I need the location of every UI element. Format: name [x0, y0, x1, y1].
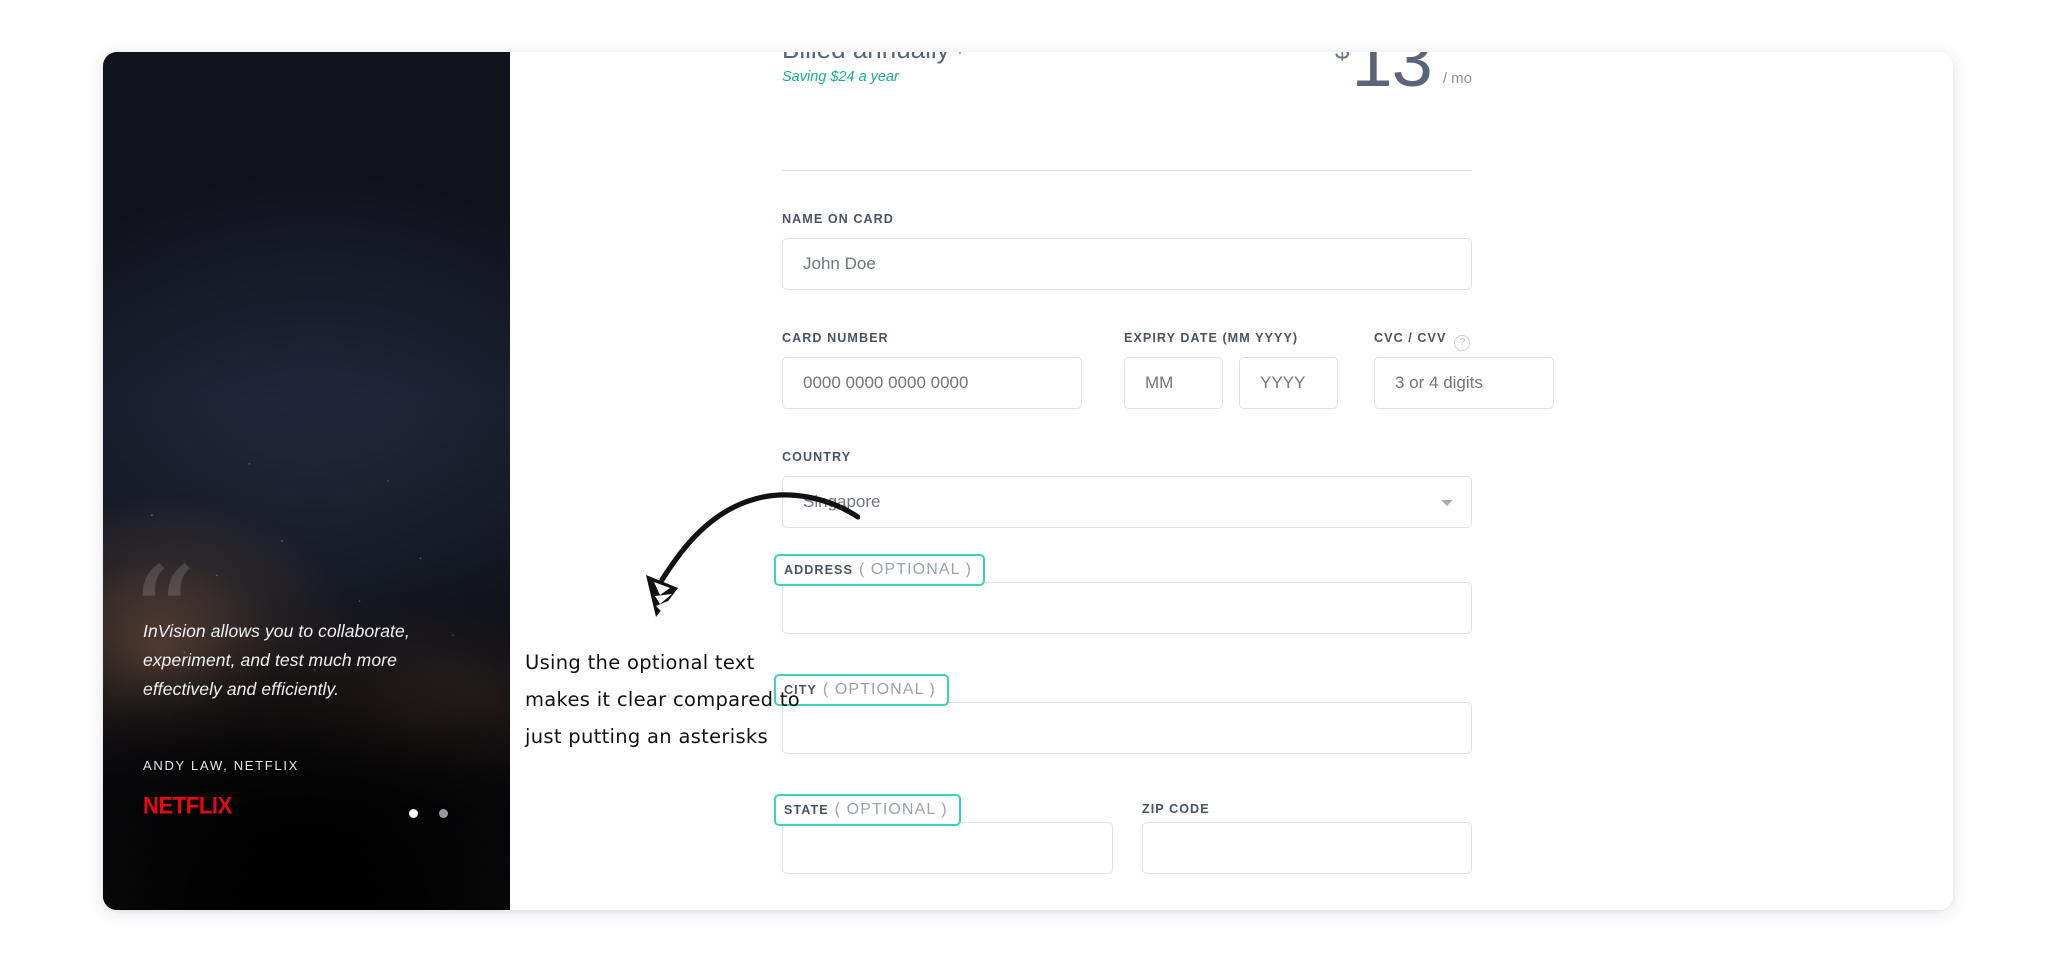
- name-on-card-label: NAME ON CARD: [782, 212, 894, 226]
- annotation-text: Using the optional text makes it clear c…: [525, 644, 885, 755]
- price-display: $ 13 / mo: [1335, 52, 1472, 102]
- annotation-arrow-icon: [646, 492, 860, 617]
- carousel-dot-1[interactable]: [409, 809, 418, 818]
- expiry-year-input[interactable]: YYYY: [1239, 357, 1338, 409]
- address-optional-tag: ( OPTIONAL ): [858, 561, 972, 578]
- expiry-month-placeholder: MM: [1145, 373, 1174, 392]
- field-group-expiry: EXPIRY DATE (MM YYYY) MM YYYY: [1124, 329, 1356, 409]
- field-group-zip: ZIP CODE: [1142, 794, 1472, 874]
- state-input[interactable]: [782, 822, 1113, 874]
- testimonial-photo: [103, 52, 510, 910]
- billing-header: Billed annually ▾ Saving $24 a year $ 13 …: [782, 52, 1472, 112]
- address-input[interactable]: [782, 582, 1472, 634]
- testimonial-quote: InVision allows you to collaborate, expe…: [143, 621, 410, 699]
- help-circle-icon[interactable]: ?: [1454, 335, 1471, 351]
- price-amount: 13: [1351, 52, 1433, 102]
- field-group-cvc: CVC / CVV? 3 or 4 digits: [1374, 329, 1554, 409]
- zip-label: ZIP CODE: [1142, 802, 1210, 816]
- state-label: STATE: [784, 803, 829, 817]
- price-period: / mo: [1442, 70, 1472, 88]
- testimonial-panel: “ InVision allows you to collaborate, ex…: [103, 52, 510, 910]
- cvc-placeholder: 3 or 4 digits: [1395, 373, 1483, 392]
- expiry-label: EXPIRY DATE (MM YYYY): [1124, 331, 1299, 345]
- carousel-dot-2[interactable]: [439, 809, 448, 818]
- billing-plan-selector[interactable]: Billed annually ▾: [782, 52, 963, 65]
- country-label: COUNTRY: [782, 450, 852, 464]
- chevron-down-icon: [1441, 500, 1453, 506]
- name-on-card-input[interactable]: John Doe: [782, 238, 1472, 290]
- field-group-address: ADDRESS( OPTIONAL ): [774, 554, 1472, 634]
- saving-note: Saving $24 a year: [782, 69, 899, 85]
- annotation-line-1: Using the optional text: [525, 651, 755, 674]
- testimonial-author: ANDY LAW, NETFLIX: [143, 758, 300, 773]
- card-number-placeholder: 0000 0000 0000 0000: [803, 373, 969, 392]
- section-divider: [782, 170, 1472, 171]
- carousel-dots[interactable]: [409, 809, 448, 818]
- state-label-highlight: STATE ( OPTIONAL ): [774, 794, 961, 826]
- field-group-name-on-card: NAME ON CARD John Doe: [782, 210, 1472, 290]
- zip-input[interactable]: [1142, 822, 1472, 874]
- city-input[interactable]: [782, 702, 1472, 754]
- cvc-input[interactable]: 3 or 4 digits: [1374, 357, 1554, 409]
- field-group-card-number: CARD NUMBER 0000 0000 0000 0000: [782, 329, 1082, 409]
- annotation-line-2: makes it clear compared to: [525, 688, 800, 711]
- chevron-down-icon: ▾: [957, 52, 964, 59]
- field-group-country: COUNTRY Singapore: [782, 448, 1472, 528]
- field-group-city: CITY( OPTIONAL ): [774, 674, 1472, 754]
- cvc-label: CVC / CVV: [1374, 331, 1447, 345]
- checkout-card: “ InVision allows you to collaborate, ex…: [103, 52, 1953, 910]
- netflix-logo: NETFLIX: [143, 792, 232, 819]
- annotation-line-3: just putting an asterisks: [525, 725, 768, 748]
- billing-plan-label: Billed annually: [782, 52, 950, 64]
- card-number-input[interactable]: 0000 0000 0000 0000: [782, 357, 1082, 409]
- billing-plan-group: Billed annually ▾ Saving $24 a year: [782, 52, 963, 85]
- card-number-label: CARD NUMBER: [782, 331, 889, 345]
- expiry-month-input[interactable]: MM: [1124, 357, 1223, 409]
- field-group-state: STATE ( OPTIONAL ): [774, 794, 1113, 874]
- screenshot-root: “ InVision allows you to collaborate, ex…: [0, 0, 2048, 963]
- state-optional-tag: ( OPTIONAL ): [834, 801, 948, 818]
- price-currency: $: [1335, 52, 1349, 63]
- country-select[interactable]: Singapore: [782, 476, 1472, 528]
- name-on-card-value: John Doe: [803, 254, 876, 273]
- expiry-year-placeholder: YYYY: [1260, 373, 1306, 392]
